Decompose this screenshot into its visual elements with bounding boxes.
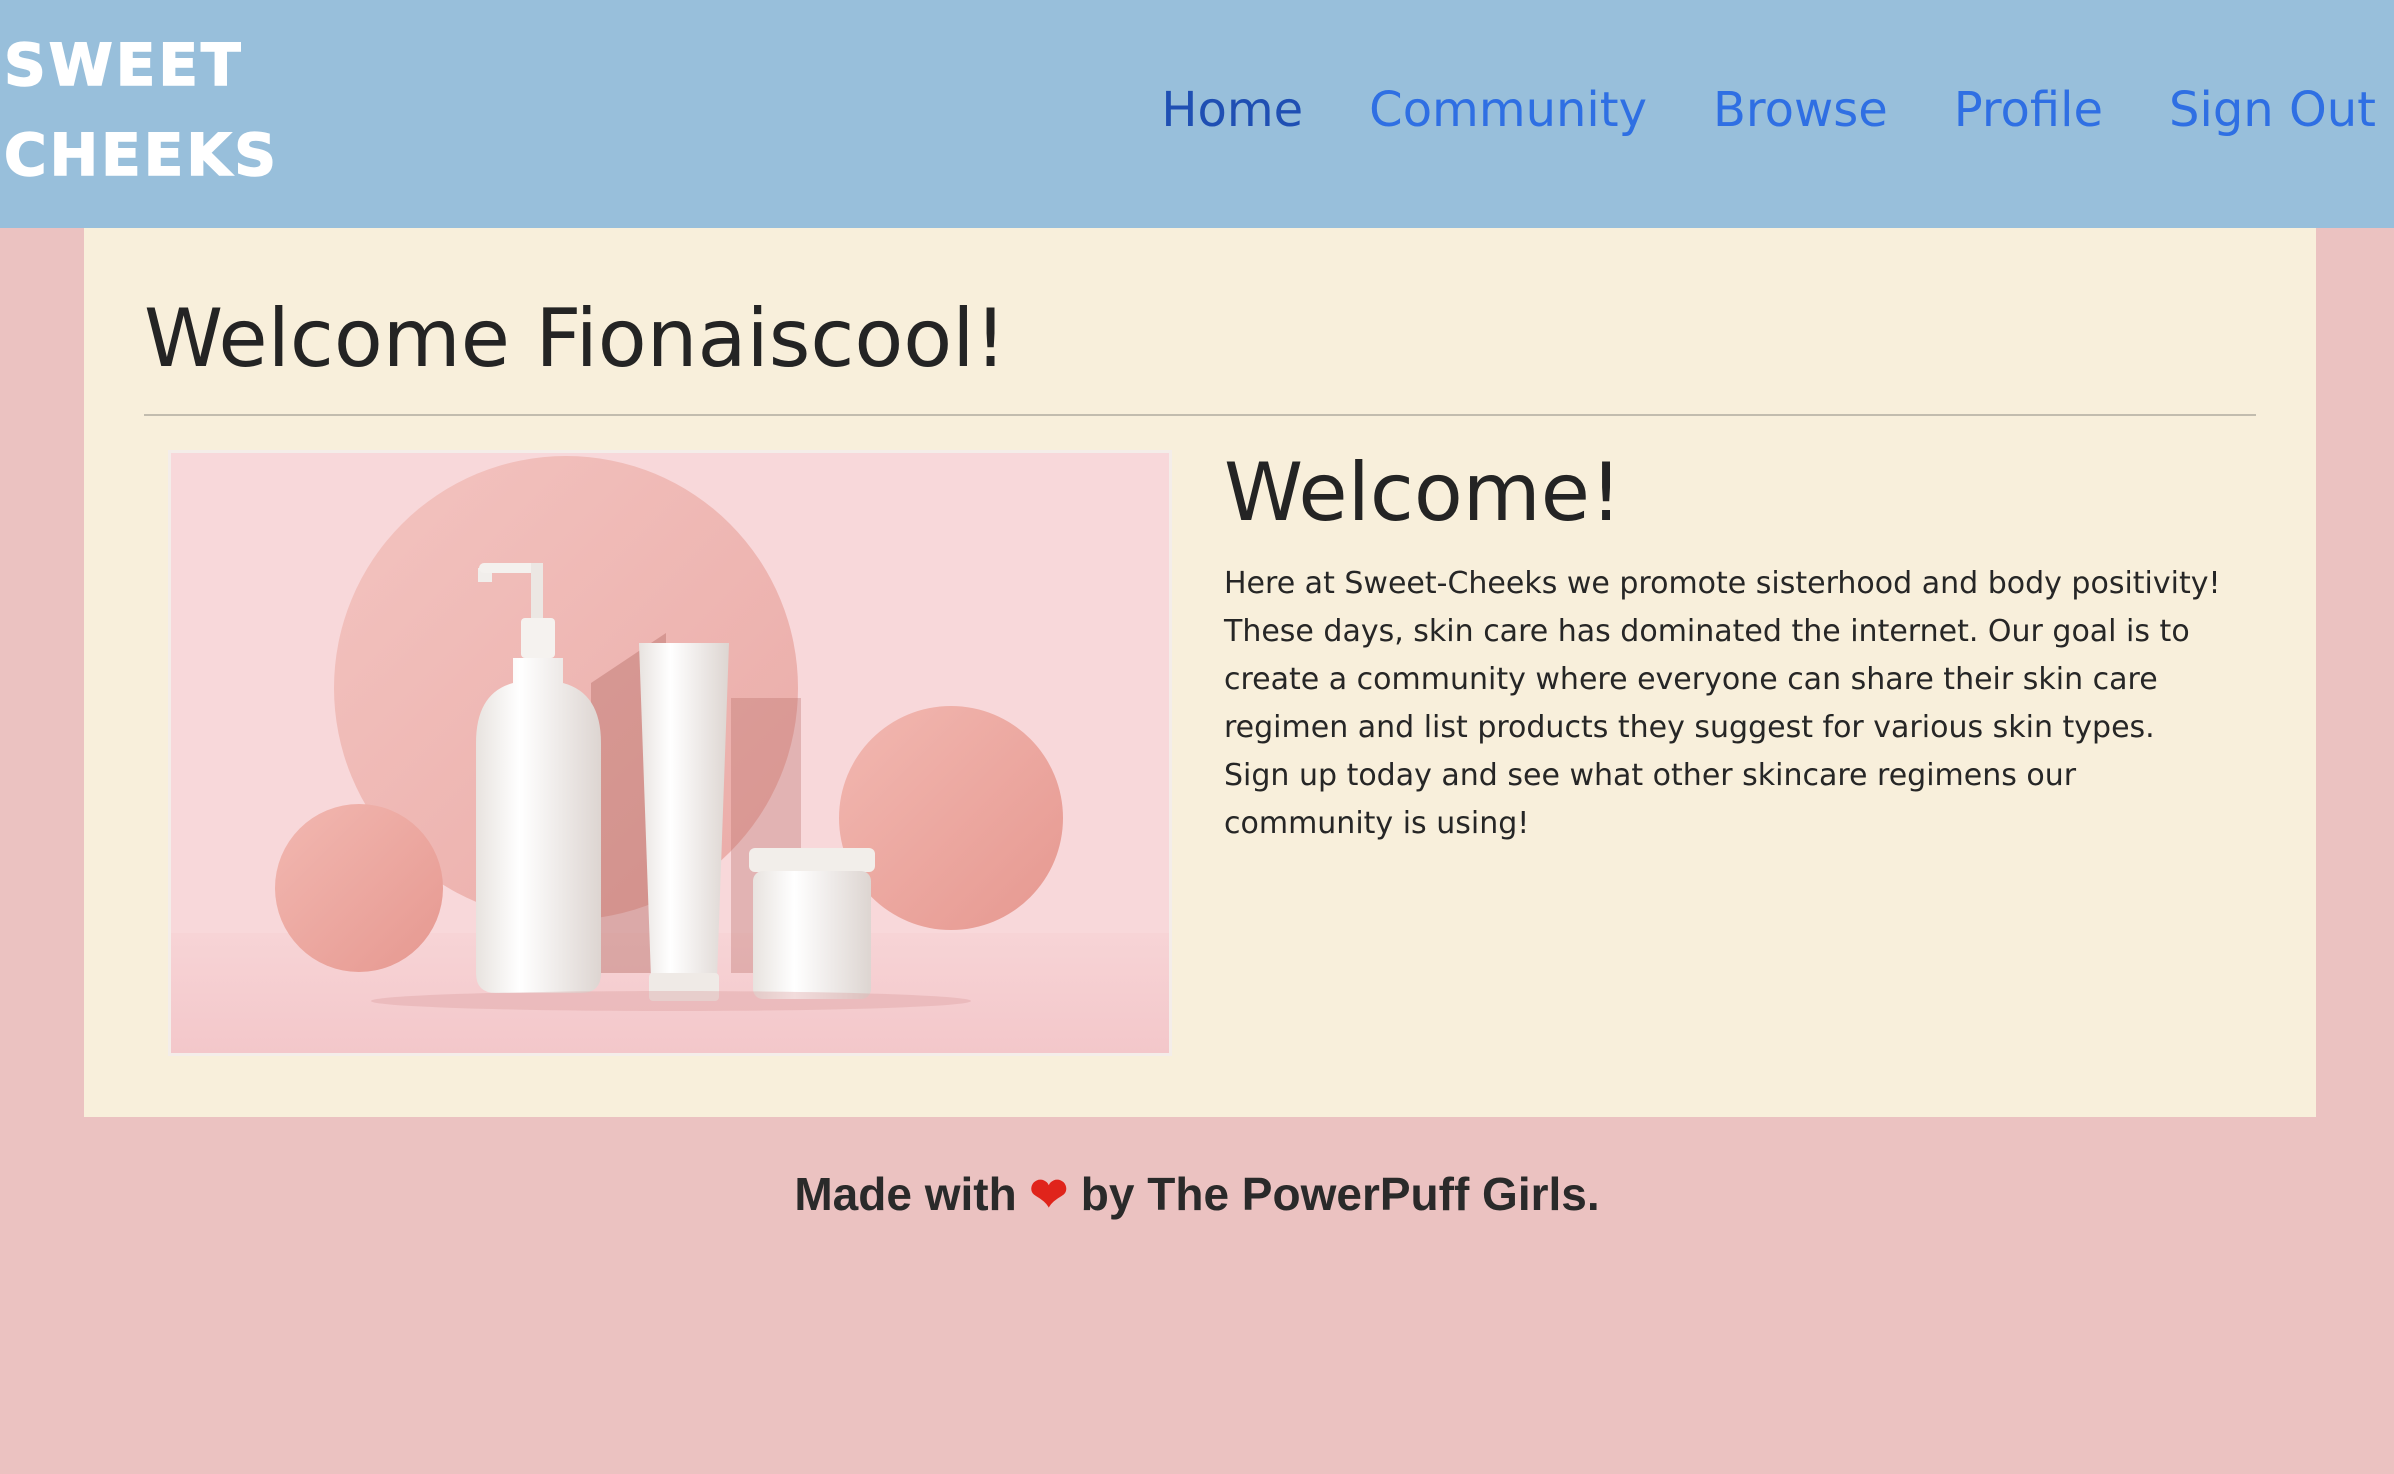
welcome-card: Welcome Fionaiscool! Welcome! Here at Sw… (84, 228, 2316, 1117)
brand-line-2: CHEEKS (3, 120, 280, 190)
nav-profile-link[interactable]: Profile (1954, 72, 2103, 148)
info-text: Here at Sweet-Cheeks we promote sisterho… (1224, 566, 2221, 841)
brand-logo[interactable]: SWEET CHEEKS (3, 20, 324, 200)
nav-community-link[interactable]: Community (1369, 72, 1647, 148)
nav-sign-out-link[interactable]: Sign Out (2169, 72, 2376, 148)
heart-icon: ❤ (1029, 1168, 1068, 1220)
page-title: Welcome Fionaiscool! (144, 292, 1007, 385)
skincare-products-image (168, 450, 1172, 1056)
nav-home-link[interactable]: Home (1161, 72, 1303, 148)
title-divider (144, 414, 2256, 416)
footer: Made with ❤ by The PowerPuff Girls. (0, 1156, 2394, 1232)
navbar: SWEET CHEEKS Home Community Browse Profi… (0, 0, 2394, 228)
nav-browse-link[interactable]: Browse (1713, 72, 1888, 148)
nav-links: Home Community Browse Profile Sign Out (1161, 72, 2376, 148)
footer-prefix: Made with (794, 1168, 1017, 1220)
footer-suffix: by The PowerPuff Girls. (1080, 1168, 1600, 1220)
info-title: Welcome! (1224, 446, 1623, 539)
brand-line-1: SWEET (3, 30, 244, 100)
